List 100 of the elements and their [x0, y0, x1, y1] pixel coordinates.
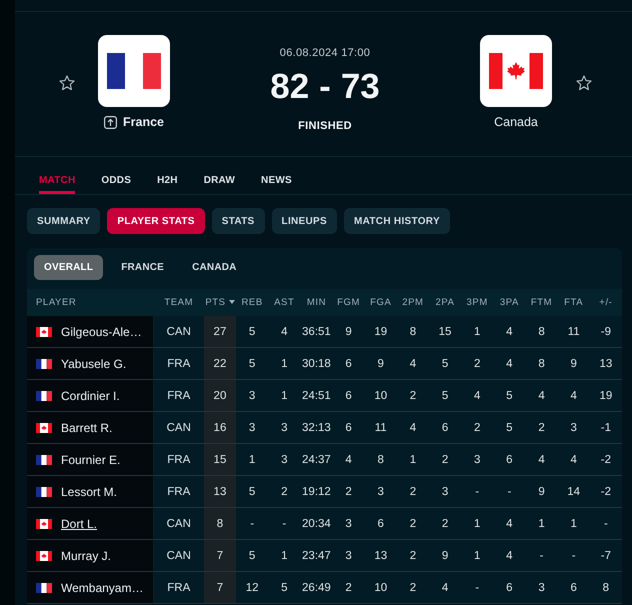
table-cell: 3 — [332, 540, 365, 572]
table-cell: 15 — [428, 316, 462, 348]
nav-tab[interactable]: ODDS — [101, 157, 132, 194]
table-cell: 2 — [461, 348, 494, 380]
player-name[interactable]: Barrett R. — [61, 420, 112, 434]
table-cell: 3 — [268, 444, 300, 476]
player-name[interactable]: Murray J. — [61, 548, 112, 562]
table-cell: 24:37 — [300, 444, 332, 476]
player-name[interactable]: Fournier E. — [61, 452, 120, 466]
table-cell: 22 — [204, 348, 236, 380]
nav-tab[interactable]: NEWS — [261, 157, 292, 194]
table-cell: 11 — [364, 412, 397, 444]
column-header[interactable]: REB — [236, 289, 268, 316]
table-cell: 5 — [428, 348, 462, 380]
table-cell: 8 — [525, 348, 558, 380]
column-header[interactable]: FGM — [332, 289, 365, 316]
table-cell: 13 — [204, 476, 236, 508]
section-tab[interactable]: MATCH HISTORY — [344, 208, 450, 234]
table-cell: 2 — [396, 572, 429, 604]
table-cell: 5 — [268, 572, 300, 604]
column-header[interactable]: 3PM — [461, 289, 494, 316]
table-cell: 6 — [332, 380, 365, 412]
table-cell: 23:47 — [300, 540, 332, 572]
table-cell: - — [558, 540, 590, 572]
flag-icon — [36, 518, 52, 528]
table-cell: 3 — [268, 412, 300, 444]
column-header[interactable]: TEAM — [154, 289, 204, 316]
table-cell: 9 — [364, 348, 397, 380]
table-cell: 13 — [590, 348, 622, 380]
table-cell: 4 — [525, 380, 558, 412]
table-cell: -9 — [590, 316, 622, 348]
column-header[interactable]: MIN — [300, 289, 332, 316]
match-status: FINISHED — [298, 119, 352, 133]
table-cell: 8 — [396, 316, 429, 348]
player-name[interactable]: Gilgeous-Ale… — [61, 324, 142, 338]
filter-tab[interactable]: OVERALL — [34, 255, 104, 280]
star-icon[interactable] — [59, 75, 75, 91]
column-header[interactable]: FTM — [525, 289, 558, 316]
nav-tab[interactable]: DRAW — [204, 157, 236, 194]
section-tab[interactable]: PLAYER STATS — [107, 208, 205, 234]
table-cell: 4 — [558, 380, 590, 412]
flag-icon — [36, 486, 52, 496]
nav-tab[interactable]: H2H — [157, 157, 178, 194]
table-cell: 19:12 — [300, 476, 332, 508]
section-tab[interactable]: LINEUPS — [272, 208, 337, 234]
flag-icon — [36, 358, 52, 368]
table-cell: 30:18 — [300, 348, 332, 380]
filter-tab[interactable]: FRANCE — [111, 255, 174, 280]
table-cell: 2 — [428, 508, 462, 540]
table-cell: -7 — [590, 540, 622, 572]
table-cell: 12 — [236, 572, 268, 604]
table-cell: 2 — [268, 476, 300, 508]
player-name[interactable]: Wembanyam… — [61, 580, 144, 594]
filter-tab[interactable]: CANADA — [182, 255, 247, 280]
table-cell: -2 — [590, 444, 622, 476]
player-name[interactable]: Yabusele G. — [61, 356, 126, 370]
column-header[interactable]: +/- — [590, 289, 622, 316]
table-cell: 5 — [493, 412, 526, 444]
star-icon[interactable] — [576, 75, 592, 91]
column-header[interactable]: FGA — [364, 289, 397, 316]
column-header[interactable]: PTS — [204, 289, 236, 316]
score-separator: - — [319, 69, 331, 105]
table-cell: 8 — [590, 572, 622, 604]
flag-icon — [480, 35, 552, 107]
player-name[interactable]: Dort L. — [61, 516, 98, 530]
player-name[interactable]: Cordinier I. — [61, 388, 120, 402]
column-header[interactable]: 2PA — [428, 289, 462, 316]
flag-icon — [36, 390, 52, 400]
table-cell: 4 — [525, 444, 558, 476]
player-name[interactable]: Lessort M. — [61, 484, 118, 498]
column-header[interactable]: 2PM — [396, 289, 429, 316]
table-cell: 5 — [236, 540, 268, 572]
table-cell: 20:34 — [300, 508, 332, 540]
section-tab[interactable]: STATS — [212, 208, 265, 234]
table-cell: -2 — [590, 476, 622, 508]
column-header[interactable]: AST — [268, 289, 300, 316]
table-cell: 5 — [236, 348, 268, 380]
table-cell: 1 — [461, 540, 494, 572]
table-cell: 5 — [493, 380, 526, 412]
team-name: Canada — [494, 115, 538, 130]
table-cell: - — [236, 508, 268, 540]
table-cell: 3 — [236, 380, 268, 412]
flag-icon — [98, 35, 170, 107]
table-cell: - — [461, 572, 494, 604]
table-cell: 15 — [204, 444, 236, 476]
nav-tab[interactable]: MATCH — [39, 157, 76, 194]
flag-icon — [36, 550, 52, 560]
table-cell: 1 — [268, 540, 300, 572]
column-header[interactable]: FTA — [558, 289, 590, 316]
table-cell: 2 — [461, 412, 494, 444]
column-header[interactable]: 3PA — [493, 289, 526, 316]
table-cell: 6 — [332, 348, 365, 380]
table-cell: 4 — [493, 348, 526, 380]
table-cell: 19 — [590, 380, 622, 412]
section-tab[interactable]: SUMMARY — [27, 208, 100, 234]
table-cell: 3 — [364, 476, 397, 508]
column-header[interactable]: PLAYER — [27, 289, 154, 316]
table-cell: 6 — [332, 412, 365, 444]
table-cell: 10 — [364, 572, 397, 604]
table-cell: 9 — [525, 476, 558, 508]
